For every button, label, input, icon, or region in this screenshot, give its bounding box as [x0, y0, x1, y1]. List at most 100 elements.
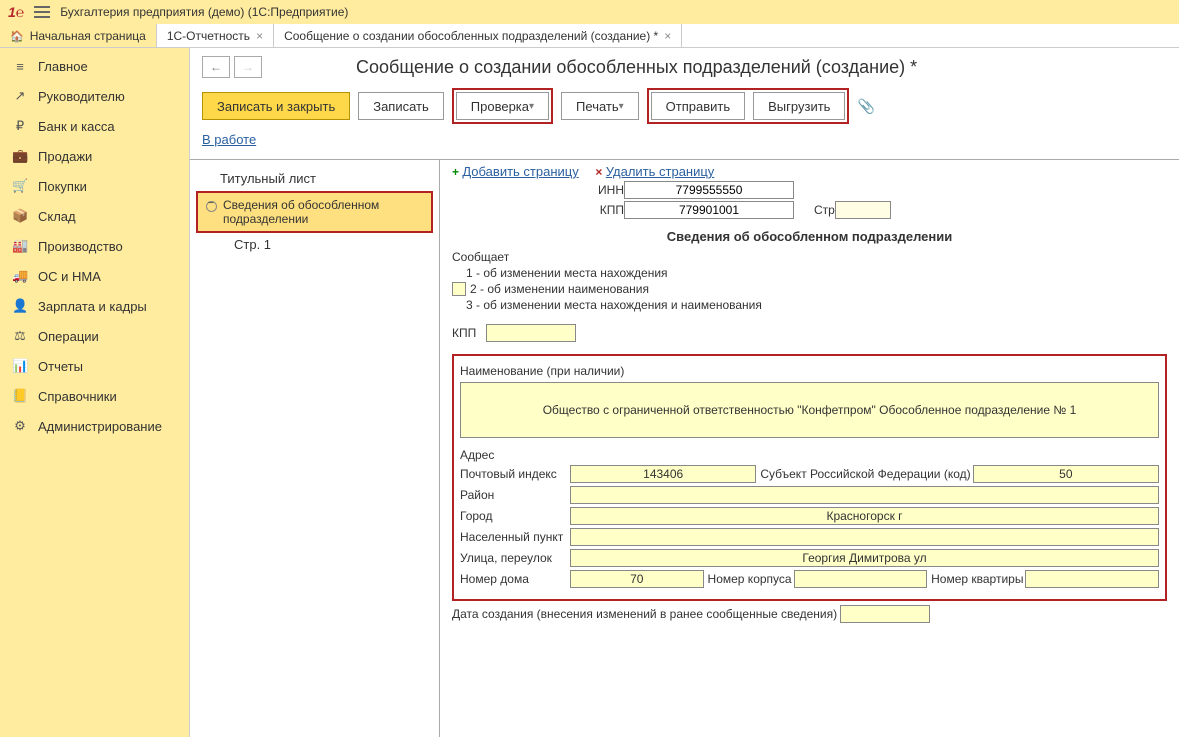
- flat-label: Номер квартиры: [931, 572, 1023, 586]
- sidebar-label: Операции: [38, 329, 99, 344]
- name-value[interactable]: Общество с ограниченной ответственностью…: [460, 382, 1159, 438]
- tab-home[interactable]: Начальная страница: [0, 24, 157, 47]
- sidebar-label: Склад: [38, 209, 76, 224]
- raion-label: Район: [460, 488, 570, 502]
- kpp2-input[interactable]: [486, 324, 576, 342]
- menu-icon: ≡: [12, 59, 28, 74]
- sidebar-item-os[interactable]: 🚚 ОС и НМА: [0, 261, 189, 291]
- save-close-button[interactable]: Записать и закрыть: [202, 92, 350, 120]
- street-input[interactable]: Георгия Димитрова ул: [570, 549, 1159, 567]
- close-icon[interactable]: ×: [664, 29, 671, 43]
- status-link[interactable]: В работе: [202, 132, 256, 147]
- sidebar-label: ОС и НМА: [38, 269, 101, 284]
- inn-input[interactable]: [624, 181, 794, 199]
- tree-active-item[interactable]: Сведения об обособленном подразделении: [198, 193, 431, 231]
- street-label: Улица, переулок: [460, 551, 570, 565]
- sidebar-label: Руководителю: [38, 89, 125, 104]
- date-label: Дата создания (внесения изменений в ране…: [452, 607, 837, 621]
- tree-title-sheet[interactable]: Титульный лист: [190, 166, 439, 191]
- sidebar-label: Администрирование: [38, 419, 162, 434]
- nas-input[interactable]: [570, 528, 1159, 546]
- sidebar-item-main[interactable]: ≡Главное: [0, 52, 189, 81]
- back-button[interactable]: ←: [202, 56, 230, 78]
- korp-input[interactable]: [794, 570, 928, 588]
- print-button[interactable]: Печать: [561, 92, 639, 120]
- opt2-text: 2 - об изменении наименования: [470, 282, 649, 296]
- sidebar-label: Зарплата и кадры: [38, 299, 147, 314]
- tab-strip: Начальная страница 1С-Отчетность × Сообщ…: [0, 24, 1179, 48]
- export-button[interactable]: Выгрузить: [753, 92, 845, 120]
- form-pane: + Добавить страницу × Удалить страницу И…: [440, 160, 1179, 737]
- house-label: Номер дома: [460, 572, 570, 586]
- reports-label: Сообщает: [452, 250, 1167, 264]
- name-label: Наименование (при наличии): [460, 364, 1159, 378]
- option-box[interactable]: [452, 282, 466, 296]
- highlight-check: Проверка: [452, 88, 553, 124]
- date-input[interactable]: [840, 605, 930, 623]
- tree-label: Сведения об обособленном подразделении: [223, 198, 423, 226]
- chart-icon: ↗: [12, 88, 28, 104]
- post-label: Почтовый индекс: [460, 467, 570, 481]
- title-bar: 1℮ Бухгалтерия предприятия (демо) (1С:Пр…: [0, 0, 1179, 24]
- collapse-icon[interactable]: [206, 201, 217, 212]
- sidebar: ≡Главное ↗ Руководителю ₽Банк и касса 💼Пр…: [0, 48, 190, 737]
- sidebar-item-admin[interactable]: ⚙ Администрирование: [0, 411, 189, 441]
- tab-message[interactable]: Сообщение о создании обособленных подраз…: [274, 24, 682, 47]
- subj-input[interactable]: 50: [973, 465, 1159, 483]
- page-label: Стр: [814, 203, 835, 217]
- highlight-tree: Сведения об обособленном подразделении: [196, 191, 433, 233]
- kpp-label: КПП: [592, 203, 624, 217]
- balance-icon: ⚖: [12, 328, 28, 344]
- app-title: Бухгалтерия предприятия (демо) (1С:Предп…: [60, 5, 348, 19]
- truck-icon: 🚚: [12, 268, 28, 284]
- sidebar-item-stock[interactable]: 📦Склад: [0, 201, 189, 231]
- attach-icon[interactable]: [857, 98, 874, 115]
- opt3-text: 3 - об изменении места нахождения и наим…: [466, 298, 762, 312]
- tree-page[interactable]: Стр. 1: [190, 233, 439, 256]
- post-input[interactable]: 143406: [570, 465, 756, 483]
- check-button[interactable]: Проверка: [456, 92, 549, 120]
- kpp-input[interactable]: [624, 201, 794, 219]
- send-button[interactable]: Отправить: [651, 92, 745, 120]
- korp-label: Номер корпуса: [708, 572, 792, 586]
- book-icon: 📒: [12, 388, 28, 404]
- save-button[interactable]: Записать: [358, 92, 444, 120]
- tab-label: Начальная страница: [30, 29, 146, 43]
- sidebar-item-operations[interactable]: ⚖ Операции: [0, 321, 189, 351]
- tab-reporting[interactable]: 1С-Отчетность ×: [157, 24, 274, 47]
- sidebar-label: Производство: [38, 239, 123, 254]
- sidebar-item-catalogs[interactable]: 📒 Справочники: [0, 381, 189, 411]
- tab-label: Сообщение о создании обособленных подраз…: [284, 29, 658, 43]
- nav-tree: Титульный лист Сведения об обособленном …: [190, 160, 440, 737]
- city-label: Город: [460, 509, 570, 523]
- sidebar-item-purchases[interactable]: 🛒Покупки: [0, 171, 189, 201]
- subj-label: Субъект Российской Федерации (код): [760, 467, 970, 481]
- gear-icon: ⚙: [12, 418, 28, 434]
- x-icon: ×: [595, 165, 602, 179]
- highlight-send-export: Отправить Выгрузить: [647, 88, 850, 124]
- house-input[interactable]: 70: [570, 570, 704, 588]
- sidebar-item-salary[interactable]: 👤Зарплата и кадры: [0, 291, 189, 321]
- sidebar-item-sales[interactable]: 💼Продажи: [0, 141, 189, 171]
- del-page-link[interactable]: Удалить страницу: [606, 164, 715, 179]
- sidebar-item-reports[interactable]: 📊Отчеты: [0, 351, 189, 381]
- opt1-text: 1 - об изменении места нахождения: [466, 266, 668, 280]
- sidebar-item-production[interactable]: 🏭Производство: [0, 231, 189, 261]
- sidebar-item-bank[interactable]: ₽Банк и касса: [0, 111, 189, 141]
- forward-button[interactable]: →: [234, 56, 262, 78]
- sidebar-item-manager[interactable]: ↗ Руководителю: [0, 81, 189, 111]
- nas-label: Населенный пункт: [460, 530, 570, 544]
- sidebar-label: Банк и касса: [38, 119, 115, 134]
- page-input[interactable]: [835, 201, 891, 219]
- flat-input[interactable]: [1025, 570, 1159, 588]
- add-page-link[interactable]: Добавить страницу: [462, 164, 578, 179]
- city-input[interactable]: Красногорск г: [570, 507, 1159, 525]
- raion-input[interactable]: [570, 486, 1159, 504]
- sidebar-label: Справочники: [38, 389, 117, 404]
- close-icon[interactable]: ×: [256, 29, 263, 43]
- highlight-main-block: Наименование (при наличии) Общество с ог…: [452, 354, 1167, 601]
- menu-icon[interactable]: [34, 5, 50, 19]
- content-area: ← → Сообщение о создании обособленных по…: [190, 48, 1179, 737]
- plus-icon: +: [452, 165, 459, 179]
- sidebar-label: Продажи: [38, 149, 92, 164]
